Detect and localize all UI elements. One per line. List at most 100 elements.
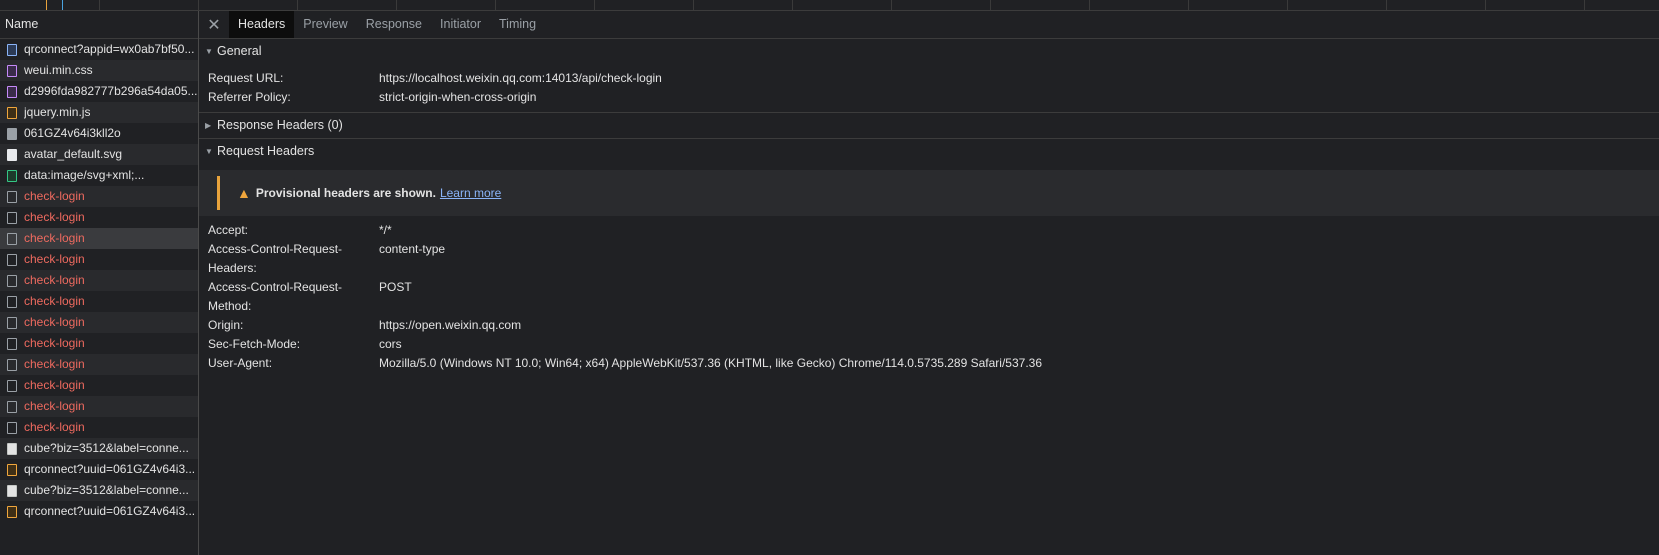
expand-triangle-icon: ▼ [205,147,213,156]
file-type-icon [7,253,17,266]
tab-timing[interactable]: Timing [490,11,545,38]
request-headers-section: ▼ Request Headers ▲ Provisional headers … [199,138,1659,378]
response-headers-section-header[interactable]: ▶ Response Headers (0) [199,112,1659,138]
header-value[interactable]: https://localhost.weixin.qq.com:14013/ap… [379,69,662,88]
request-name: check-login [24,357,85,371]
request-header-row: Accept: */* [199,221,1659,240]
request-row[interactable]: check-login [0,333,198,354]
request-name: check-login [24,336,85,350]
timeline-tick [396,0,397,10]
request-name: d2996fda982777b296a54da05... [24,84,198,98]
header-key: Accept: [208,221,379,240]
header-key-line: Origin: [208,318,244,332]
timeline-tick [1584,0,1585,10]
request-row[interactable]: check-login [0,417,198,438]
request-row[interactable]: check-login [0,354,198,375]
file-type-icon [7,358,17,371]
request-row[interactable]: jquery.min.js [0,102,198,123]
header-key: Referrer Policy: [208,90,291,104]
warning-icon: ▲ [237,185,251,201]
request-name: qrconnect?uuid=061GZ4v64i3... [24,462,196,476]
timeline-tick [1188,0,1189,10]
request-name: avatar_default.svg [24,147,123,161]
tab-headers[interactable]: Headers [229,11,295,38]
request-row[interactable]: check-login [0,207,198,228]
general-section-title: General [217,44,262,58]
request-row[interactable]: cube?biz=3512&label=conne... [0,438,198,459]
tab-initiator[interactable]: Initiator [431,11,490,38]
request-row[interactable]: check-login [0,312,198,333]
request-name: check-login [24,210,85,224]
request-row[interactable]: qrconnect?uuid=061GZ4v64i3... [0,459,198,480]
timeline-overview[interactable] [0,0,1659,11]
request-name: qrconnect?uuid=061GZ4v64i3... [24,504,196,518]
request-name: check-login [24,420,85,434]
header-value[interactable]: content-type [379,240,445,278]
header-value[interactable]: cors [379,335,402,354]
file-type-icon [7,127,17,140]
header-key-line: Access-Control-Request- [208,280,343,294]
request-row[interactable]: check-login [0,270,198,291]
request-headers-section-header[interactable]: ▼ Request Headers [199,138,1659,164]
header-key: Origin: [208,316,379,335]
timeline-tick [1089,0,1090,10]
request-row[interactable]: check-login [0,375,198,396]
tab-response[interactable]: Response [357,11,431,38]
header-key: User-Agent: [208,354,379,373]
header-value[interactable]: https://open.weixin.qq.com [379,316,521,335]
request-row[interactable]: check-login [0,186,198,207]
file-type-icon [7,43,17,56]
file-type-icon [7,64,17,77]
request-header-row: Origin: https://open.weixin.qq.com [199,316,1659,335]
request-name: check-login [24,378,85,392]
header-value[interactable]: */* [379,221,392,240]
file-type-icon [7,442,17,455]
timeline-tick [990,0,991,10]
warning-text: Provisional headers are shown. [255,186,436,200]
tab-preview[interactable]: Preview [294,11,356,38]
header-value[interactable]: strict-origin-when-cross-origin [379,88,536,107]
timeline-tick [693,0,694,10]
timeline-tick [792,0,793,10]
request-row[interactable]: avatar_default.svg [0,144,198,165]
request-name: check-login [24,315,85,329]
header-key-line: Headers: [208,261,257,275]
request-header-row: User-Agent: Mozilla/5.0 (Windows NT 10.0;… [199,354,1659,373]
file-type-icon [7,295,17,308]
learn-more-link[interactable]: Learn more [440,186,501,200]
file-type-icon [7,85,17,98]
request-row[interactable]: qrconnect?uuid=061GZ4v64i3... [0,501,198,522]
request-detail-panel: ✕ Headers Preview Response Initiator Timing … [199,11,1659,555]
request-name: check-login [24,399,85,413]
close-icon[interactable]: ✕ [199,11,229,38]
timeline-tick [99,0,100,10]
request-row[interactable]: data:image/svg+xml;... [0,165,198,186]
header-key: Access-Control-Request- Method: [208,278,379,316]
request-row[interactable]: cube?biz=3512&label=conne... [0,480,198,501]
header-value[interactable]: Mozilla/5.0 (Windows NT 10.0; Win64; x64… [379,354,1042,373]
request-row[interactable]: 061GZ4v64i3kll2o [0,123,198,144]
request-row[interactable]: weui.min.css [0,60,198,81]
general-rows: Request URL: https://localhost.weixin.qq.… [199,64,1659,112]
request-row[interactable]: check-login [0,228,198,249]
request-name: cube?biz=3512&label=conne... [24,483,189,497]
header-key: Access-Control-Request- Headers: [208,240,379,278]
general-row: Referrer Policy: strict-origin-when-cross… [199,88,1659,107]
name-column-header[interactable]: Name [0,11,198,39]
file-type-icon [7,190,17,203]
request-row[interactable]: check-login [0,291,198,312]
header-value[interactable]: POST [379,278,412,316]
general-section-header[interactable]: ▼ General [199,39,1659,64]
request-row[interactable]: qrconnect?appid=wx0ab7bf50... [0,39,198,60]
general-row: Request URL: https://localhost.weixin.qq.… [199,69,1659,88]
request-row[interactable]: d2996fda982777b296a54da05... [0,81,198,102]
request-row[interactable]: check-login [0,396,198,417]
header-key-line: Sec-Fetch-Mode: [208,337,301,351]
header-key-line: Accept: [208,223,249,237]
provisional-headers-warning: ▲ Provisional headers are shown. Learn m… [199,170,1659,216]
general-section: ▼ General Request URL: https://localhost.… [199,39,1659,112]
timeline-tick [1485,0,1486,10]
request-row[interactable]: check-login [0,249,198,270]
file-type-icon [7,274,17,287]
timeline-marker-dcl [46,0,47,10]
